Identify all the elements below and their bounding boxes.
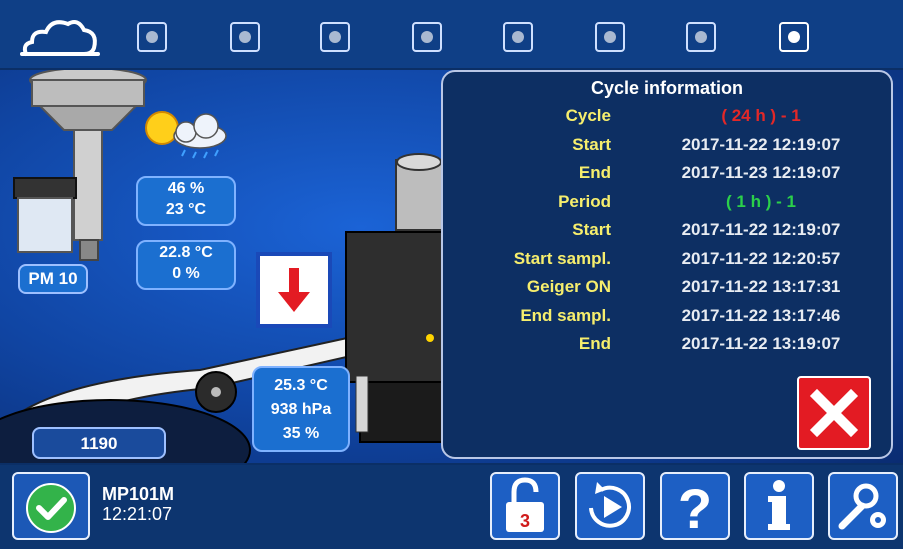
down-arrow-icon (278, 268, 310, 312)
tab-2[interactable] (230, 22, 260, 52)
cycle-row-label: Start (572, 220, 611, 239)
tab-4[interactable] (412, 22, 442, 52)
settings-button[interactable] (828, 472, 898, 540)
cycle-row-label: Cycle (565, 106, 611, 125)
tab-dot (329, 31, 341, 43)
ok-status-button[interactable] (12, 472, 90, 540)
tab-5[interactable] (503, 22, 533, 52)
tab-dot (788, 31, 800, 43)
cycle-row-value: 2017-11-22 12:19:07 (681, 134, 841, 154)
tab-dot (604, 31, 616, 43)
cycle-row-value: 2017-11-23 12:19:07 (681, 163, 841, 182)
cycle-row: Start 2017-11-22 12:19:07 (443, 218, 891, 242)
cycle-row-value: 2017-11-22 13:17:46 (681, 305, 841, 325)
cycle-row-label: Period (558, 191, 611, 211)
question-icon: ? (678, 477, 712, 540)
counter-display: 1190 (32, 427, 166, 459)
outdoor-humidity: 46 % (167, 180, 205, 197)
cycle-row: Start 2017-11-22 12:19:07 (443, 133, 891, 157)
help-button[interactable]: ? (660, 472, 730, 540)
outdoor-temperature: 23 °C (165, 201, 207, 218)
tab-6[interactable] (595, 22, 625, 52)
tab-dot (695, 31, 707, 43)
info-button[interactable] (744, 472, 814, 540)
cycle-row: Cycle ( 24 h ) - 1 (443, 104, 891, 128)
cycle-row-value: 2017-11-22 13:17:31 (681, 277, 841, 296)
cycle-row: End 2017-11-22 13:19:07 (443, 332, 891, 356)
ambient-readout: 25.3 °C 938 hPa 35 % (252, 366, 350, 452)
cycle-row-label: Start (572, 134, 611, 154)
lock-number: 3 (520, 511, 530, 531)
cloud-icon[interactable] (20, 14, 100, 58)
weather-readout: 46 % 23 °C (136, 176, 236, 226)
cycle-row: End sampl. 2017-11-22 13:17:46 (443, 304, 891, 328)
tab-3[interactable] (320, 22, 350, 52)
sample-humidity: 0 % (172, 265, 200, 282)
ambient-pressure: 938 hPa (270, 401, 332, 418)
down-arrow-button[interactable] (256, 252, 332, 328)
weather-sun-cloud-icon (145, 111, 227, 159)
cycle-row-value: 2017-11-22 12:20:57 (681, 248, 841, 268)
tab-8-active[interactable] (779, 22, 809, 52)
cycle-row-label: Start sampl. (513, 248, 611, 268)
cycle-row-label: End (578, 334, 611, 353)
sample-readout: 22.8 °C 0 % (136, 240, 236, 290)
cycle-row: End 2017-11-23 12:19:07 (443, 161, 891, 185)
sample-temperature: 22.8 °C (159, 244, 213, 261)
play-cycle-icon (589, 482, 631, 528)
cycle-row-label: End sampl. (520, 305, 611, 325)
cycle-row-value: ( 1 h ) - 1 (726, 191, 796, 211)
device-time: 12:21:07 (102, 504, 173, 524)
lock-button[interactable]: 3 (490, 472, 560, 540)
ambient-humidity: 35 % (282, 425, 320, 442)
tab-1[interactable] (137, 22, 167, 52)
tab-7[interactable] (686, 22, 716, 52)
device-name: MP101M (102, 484, 175, 504)
cycle-row-label: Geiger ON (526, 277, 611, 296)
svg-text:?: ? (678, 477, 712, 538)
cycle-row-value: 2017-11-22 13:19:07 (681, 334, 841, 353)
cycle-row-value: ( 24 h ) - 1 (721, 106, 801, 125)
panel-title: Cycle information (590, 78, 744, 98)
ambient-temperature: 25.3 °C (274, 377, 328, 394)
close-icon (809, 388, 859, 438)
device-status: MP101M 12:21:07 (102, 484, 174, 524)
tab-dot (146, 31, 158, 43)
cycle-row: Geiger ON 2017-11-22 13:17:31 (443, 275, 891, 299)
top-bar (0, 0, 903, 70)
pm-label[interactable]: PM 10 (18, 264, 88, 294)
cycle-row: Period ( 1 h ) - 1 (443, 190, 891, 214)
tab-dot (239, 31, 251, 43)
tab-dot (512, 31, 524, 43)
info-icon (768, 480, 790, 530)
cycle-info-panel: Cycle information Cycle ( 24 h ) - 1 Start… (441, 70, 893, 459)
play-cycle-button[interactable] (575, 472, 645, 540)
wrench-gear-icon (838, 483, 886, 530)
tab-dot (421, 31, 433, 43)
cycle-row-label: End (578, 163, 611, 182)
cycle-row: Start sampl. 2017-11-22 12:20:57 (443, 247, 891, 271)
close-button[interactable] (797, 376, 871, 450)
cycle-row-value: 2017-11-22 12:19:07 (681, 220, 841, 239)
unlock-icon: 3 (506, 477, 544, 532)
check-circle-icon (26, 483, 76, 533)
